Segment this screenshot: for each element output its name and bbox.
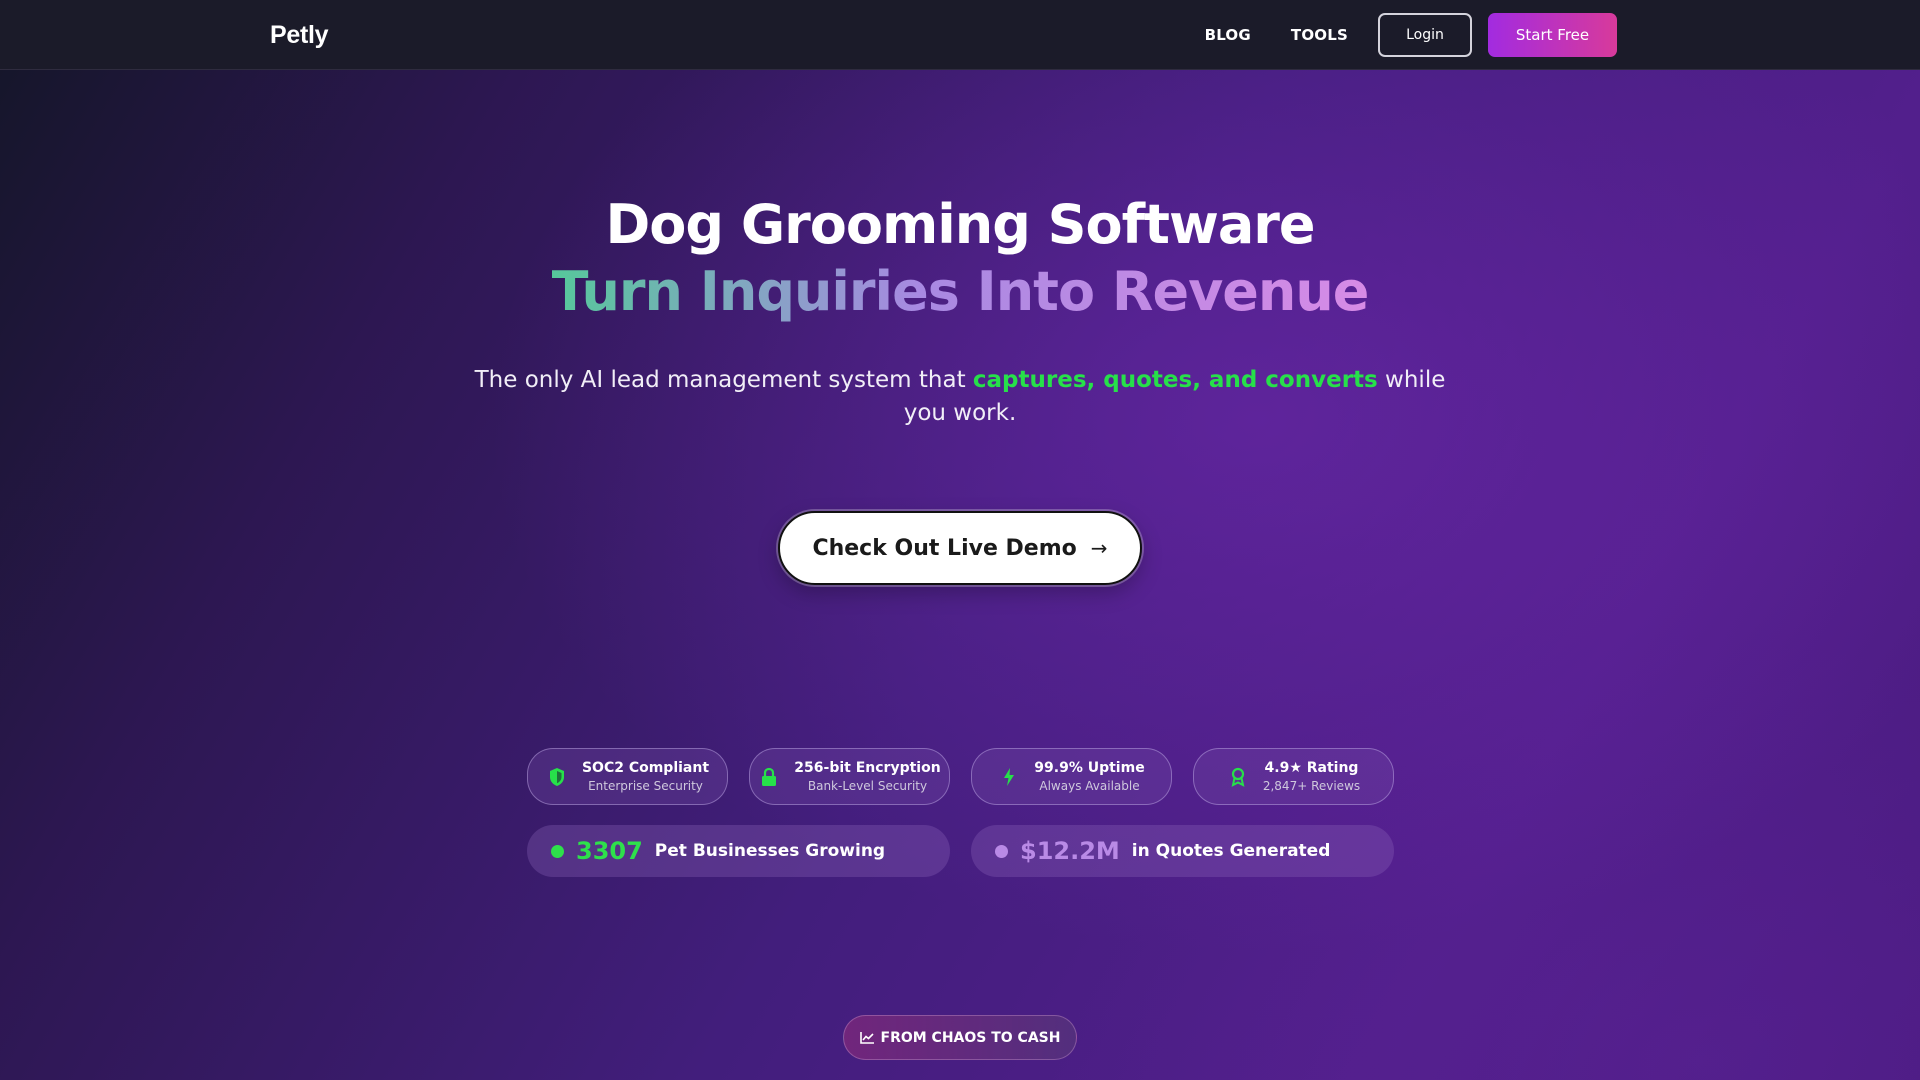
- lightning-icon: [998, 766, 1020, 788]
- badge-soc2: SOC2 Compliant Enterprise Security: [527, 748, 728, 805]
- status-dot: [551, 844, 564, 858]
- badge-rating: 4.9★ Rating 2,847+ Reviews: [1193, 748, 1394, 805]
- lock-icon: [758, 766, 780, 788]
- badge-uptime: 99.9% Uptime Always Available: [971, 748, 1172, 805]
- badge-title: SOC2 Compliant: [581, 759, 710, 776]
- stat-number: 3307: [576, 837, 643, 865]
- badge-title: 99.9% Uptime: [1034, 759, 1145, 776]
- shield-icon: [546, 766, 568, 788]
- badge-subtitle: Bank-Level Security: [807, 778, 928, 793]
- badge-text: 99.9% Uptime Always Available: [1034, 759, 1144, 795]
- stat-quotes: $12.2M in Quotes Generated: [971, 825, 1394, 877]
- hero-title: Dog Grooming Software: [605, 193, 1315, 256]
- landing-page: Petly BLOG TOOLS Login Start Free Dog Gr…: [0, 0, 1920, 1080]
- badge-text: SOC2 Compliant Enterprise Security: [582, 759, 709, 795]
- hero-subtitle: The only AI lead management system that …: [460, 364, 1460, 430]
- live-demo-label: Check Out Live Demo: [812, 535, 1077, 561]
- trust-badges: SOC2 Compliant Enterprise Security 256-b…: [527, 748, 1394, 805]
- award-icon: [1227, 766, 1249, 788]
- stat-businesses: 3307 Pet Businesses Growing: [527, 825, 950, 877]
- hero-tagline: Turn Inquiries Into Revenue: [0, 257, 1920, 327]
- badge-subtitle: Enterprise Security: [588, 778, 703, 793]
- stat-number: $12.2M: [1020, 837, 1120, 865]
- section-pill: FROM CHAOS TO CASH: [843, 1015, 1077, 1060]
- badge-text: 256-bit Encryption Bank-Level Security: [794, 759, 940, 795]
- subtitle-text-start: The only AI lead management system that: [474, 367, 973, 393]
- badge-subtitle: 2,847+ Reviews: [1262, 778, 1361, 793]
- stat-label: in Quotes Generated: [1131, 841, 1331, 861]
- top-navbar: Petly BLOG TOOLS Login Start Free: [0, 0, 1920, 70]
- logo[interactable]: Petly: [270, 0, 329, 70]
- status-dot: [995, 844, 1008, 858]
- badge-encryption: 256-bit Encryption Bank-Level Security: [749, 748, 950, 805]
- nav-link-blog[interactable]: BLOG: [1205, 26, 1251, 44]
- nav-link-tools[interactable]: TOOLS: [1291, 26, 1348, 44]
- section-pill-label: FROM CHAOS TO CASH: [880, 1029, 1061, 1046]
- live-demo-button[interactable]: Check Out Live Demo →: [778, 511, 1142, 585]
- badge-subtitle: Always Available: [1039, 778, 1140, 793]
- start-free-button[interactable]: Start Free: [1488, 13, 1617, 57]
- badge-title: 256-bit Encryption: [794, 759, 941, 776]
- stats-row: 3307 Pet Businesses Growing $12.2M in Qu…: [527, 825, 1394, 877]
- login-button[interactable]: Login: [1378, 13, 1472, 57]
- badge-title: 4.9★ Rating: [1264, 759, 1359, 776]
- stat-label: Pet Businesses Growing: [654, 841, 886, 861]
- subtitle-highlight: captures, quotes, and converts: [972, 367, 1378, 393]
- nav-links: BLOG TOOLS Login Start Free: [1205, 13, 1617, 57]
- hero-tagline-text: Turn Inquiries Into Revenue: [551, 260, 1370, 323]
- badge-text: 4.9★ Rating 2,847+ Reviews: [1263, 759, 1360, 795]
- chart-line-icon: [859, 1031, 875, 1044]
- arrow-right-icon: →: [1090, 536, 1108, 560]
